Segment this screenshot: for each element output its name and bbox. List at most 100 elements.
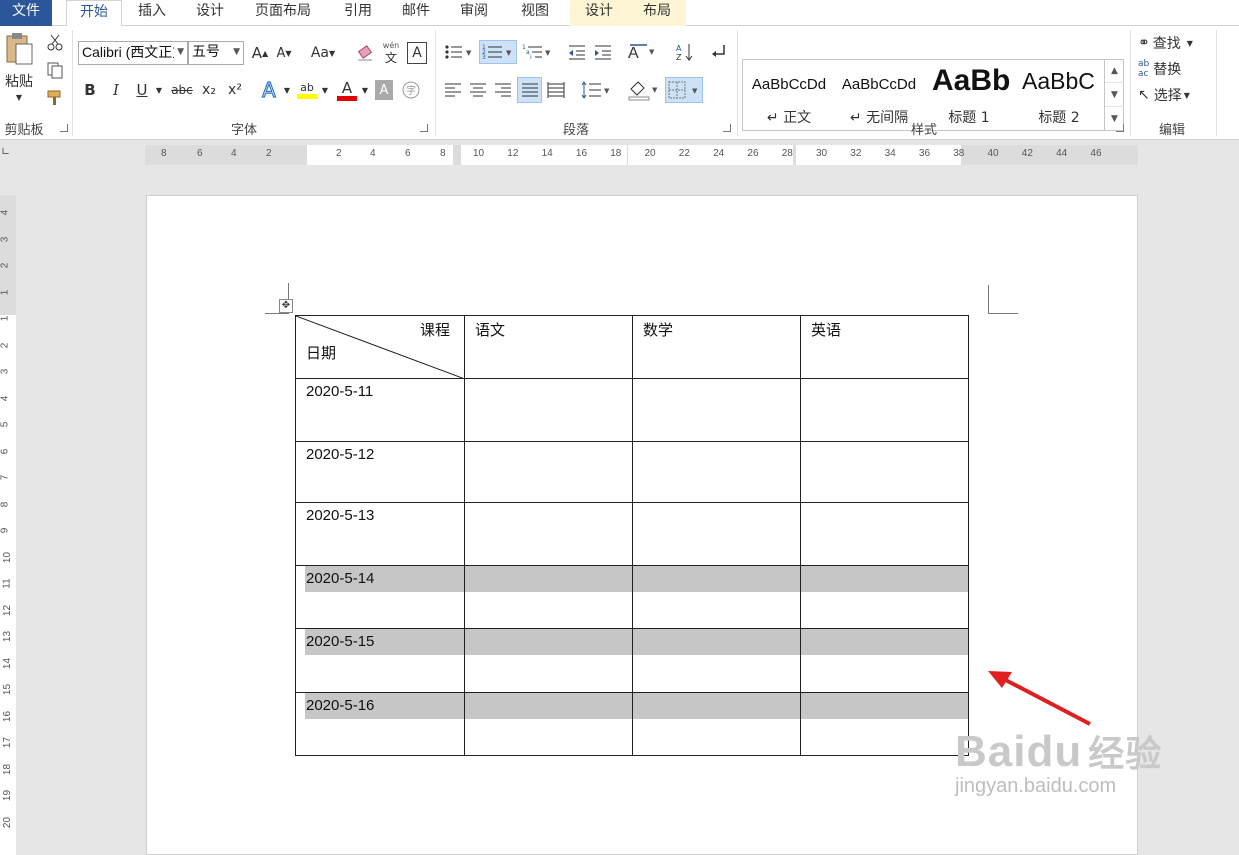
date-cell[interactable]: 2020-5-13 bbox=[295, 502, 465, 566]
score-cell[interactable] bbox=[464, 692, 633, 756]
show-formatting-marks-icon[interactable] bbox=[707, 40, 729, 64]
highlight-button[interactable]: ab bbox=[296, 78, 318, 102]
paste-icon[interactable] bbox=[3, 32, 35, 66]
subscript-button[interactable]: x₂ bbox=[198, 79, 220, 101]
score-cell[interactable] bbox=[632, 378, 801, 442]
underline-dropdown-arrow[interactable]: ▼ bbox=[154, 84, 164, 96]
style-normal[interactable]: AaBbCcDd ↵ 正文 bbox=[744, 60, 834, 130]
style-heading-2[interactable]: AaBbC 标题 2 bbox=[1014, 60, 1104, 130]
shrink-font-button[interactable]: A ▼ bbox=[274, 42, 294, 64]
horizontal-ruler[interactable]: 8 6 4 2 2 4 6 8 10 12 14 16 18 20 22 24 26 28 30 32 34 36 38 40… bbox=[145, 145, 1138, 165]
styles-scroll-up-icon[interactable]: ▲ bbox=[1105, 59, 1124, 83]
tab-9[interactable]: 设计 bbox=[570, 0, 628, 26]
numbering-icon[interactable]: 1 2 3 ▼ bbox=[479, 40, 517, 64]
character-border-button[interactable]: A bbox=[407, 42, 427, 64]
score-cell[interactable] bbox=[632, 628, 801, 693]
tab-1[interactable]: 开始 bbox=[66, 0, 122, 27]
score-cell[interactable] bbox=[800, 502, 969, 566]
font-launcher-icon[interactable] bbox=[420, 124, 428, 132]
tab-5[interactable]: 引用 bbox=[330, 0, 386, 26]
multilevel-list-icon[interactable]: 1 a i ▼ bbox=[520, 41, 554, 63]
decrease-indent-icon[interactable] bbox=[566, 41, 588, 63]
cut-icon[interactable] bbox=[44, 32, 66, 52]
align-right-icon[interactable] bbox=[492, 78, 514, 102]
borders-icon[interactable]: ▼ bbox=[665, 77, 703, 103]
column-header-cell[interactable]: 语文 bbox=[464, 315, 633, 379]
highlight-dropdown-arrow[interactable]: ▼ bbox=[320, 84, 330, 96]
score-cell[interactable] bbox=[464, 565, 633, 629]
tab-3[interactable]: 设计 bbox=[182, 0, 238, 26]
column-header-cell[interactable]: 英语 bbox=[800, 315, 969, 379]
strikethrough-button[interactable]: abc bbox=[170, 79, 194, 101]
score-cell[interactable] bbox=[800, 628, 969, 693]
styles-launcher-icon[interactable] bbox=[1116, 124, 1124, 132]
tab-6[interactable]: 邮件 bbox=[388, 0, 444, 26]
select-button[interactable]: ↖ 选择 ▼ bbox=[1138, 84, 1210, 106]
column-header-cell[interactable]: 数学 bbox=[632, 315, 801, 379]
date-cell[interactable]: 2020-5-15 bbox=[295, 628, 465, 693]
font-name-dropdown[interactable]: Calibri (西文正文▼ bbox=[78, 41, 188, 65]
phonetic-guide-button[interactable]: wén 文 bbox=[380, 38, 402, 66]
justify-icon[interactable] bbox=[517, 77, 542, 103]
diagonal-header-cell[interactable]: 课程 日期 bbox=[295, 315, 465, 379]
bullets-icon[interactable]: ▼ bbox=[442, 41, 476, 63]
text-effects-icon[interactable]: A bbox=[258, 77, 280, 102]
align-left-icon[interactable] bbox=[442, 78, 464, 102]
tab-10[interactable]: 布局 bbox=[628, 0, 686, 26]
tab-0[interactable]: 文件 bbox=[0, 0, 52, 26]
tab-8[interactable]: 视图 bbox=[504, 0, 566, 26]
paste-button[interactable]: 粘贴 bbox=[2, 72, 36, 90]
distributed-icon[interactable] bbox=[545, 78, 567, 102]
tab-selector-icon[interactable]: ∟ bbox=[1, 145, 15, 161]
chinese-layout-icon[interactable]: A ▼ bbox=[626, 40, 660, 64]
font-color-dropdown-arrow[interactable]: ▼ bbox=[360, 84, 370, 96]
text-effects-dropdown-arrow[interactable]: ▼ bbox=[282, 84, 292, 96]
date-cell[interactable]: 2020-5-16 bbox=[295, 692, 465, 756]
score-cell[interactable] bbox=[464, 378, 633, 442]
font-size-dropdown[interactable]: 五号 ▼ bbox=[188, 41, 244, 65]
styles-scroll-down-icon[interactable]: ▼ bbox=[1105, 83, 1124, 107]
italic-button[interactable]: I bbox=[106, 79, 126, 101]
score-cell[interactable] bbox=[632, 441, 801, 503]
superscript-button[interactable]: x² bbox=[224, 79, 246, 101]
font-color-button[interactable]: A bbox=[336, 78, 358, 102]
sort-icon[interactable]: AZ bbox=[674, 40, 696, 64]
clipboard-launcher-icon[interactable] bbox=[60, 124, 68, 132]
clear-format-icon[interactable] bbox=[354, 42, 376, 64]
table-move-handle-icon[interactable]: ✥ bbox=[279, 299, 293, 313]
score-cell[interactable] bbox=[632, 692, 801, 756]
paragraph-shading-icon[interactable]: ▼ bbox=[626, 77, 662, 103]
copy-icon[interactable] bbox=[44, 60, 66, 80]
replace-button[interactable]: ab ac 替换 bbox=[1138, 58, 1210, 80]
change-case-button[interactable]: Aa ▼ bbox=[306, 42, 340, 64]
date-cell[interactable]: 2020-5-14 bbox=[295, 565, 465, 629]
date-cell[interactable]: 2020-5-11 bbox=[295, 378, 465, 442]
line-spacing-icon[interactable]: ▼ bbox=[580, 78, 614, 102]
vertical-ruler[interactable]: 4 3 2 1 1 2 3 4 5 6 7 8 9 10 11 12 13 14 15 16 17 18 19 20 bbox=[0, 195, 16, 855]
score-cell[interactable] bbox=[632, 502, 801, 566]
underline-button[interactable]: U bbox=[132, 79, 152, 101]
date-cell[interactable]: 2020-5-12 bbox=[295, 441, 465, 503]
enclose-characters-icon[interactable]: 字 bbox=[400, 79, 422, 101]
score-cell[interactable] bbox=[800, 565, 969, 629]
find-button[interactable]: ⚭ 查找 ▼ bbox=[1138, 32, 1210, 54]
score-cell[interactable] bbox=[464, 502, 633, 566]
paragraph-launcher-icon[interactable] bbox=[723, 124, 731, 132]
align-center-icon[interactable] bbox=[467, 78, 489, 102]
score-cell[interactable] bbox=[800, 441, 969, 503]
tab-2[interactable]: 插入 bbox=[124, 0, 180, 26]
score-cell[interactable] bbox=[800, 692, 969, 756]
tab-7[interactable]: 审阅 bbox=[446, 0, 502, 26]
score-cell[interactable] bbox=[800, 378, 969, 442]
bold-button[interactable]: B bbox=[80, 79, 100, 101]
tab-4[interactable]: 页面布局 bbox=[240, 0, 326, 26]
increase-indent-icon[interactable] bbox=[592, 41, 614, 63]
grow-font-button[interactable]: A ▲ bbox=[250, 42, 270, 64]
schedule-table[interactable]: 课程 日期 语文 数学 英语 2020-5-11 2020-5-12 2020-5-13 202… bbox=[295, 315, 969, 756]
score-cell[interactable] bbox=[464, 441, 633, 503]
score-cell[interactable] bbox=[464, 628, 633, 693]
format-painter-icon[interactable] bbox=[44, 87, 66, 107]
paste-dropdown-arrow[interactable]: ▼ bbox=[12, 92, 26, 102]
character-shading-button[interactable]: A bbox=[375, 80, 393, 100]
score-cell[interactable] bbox=[632, 565, 801, 629]
